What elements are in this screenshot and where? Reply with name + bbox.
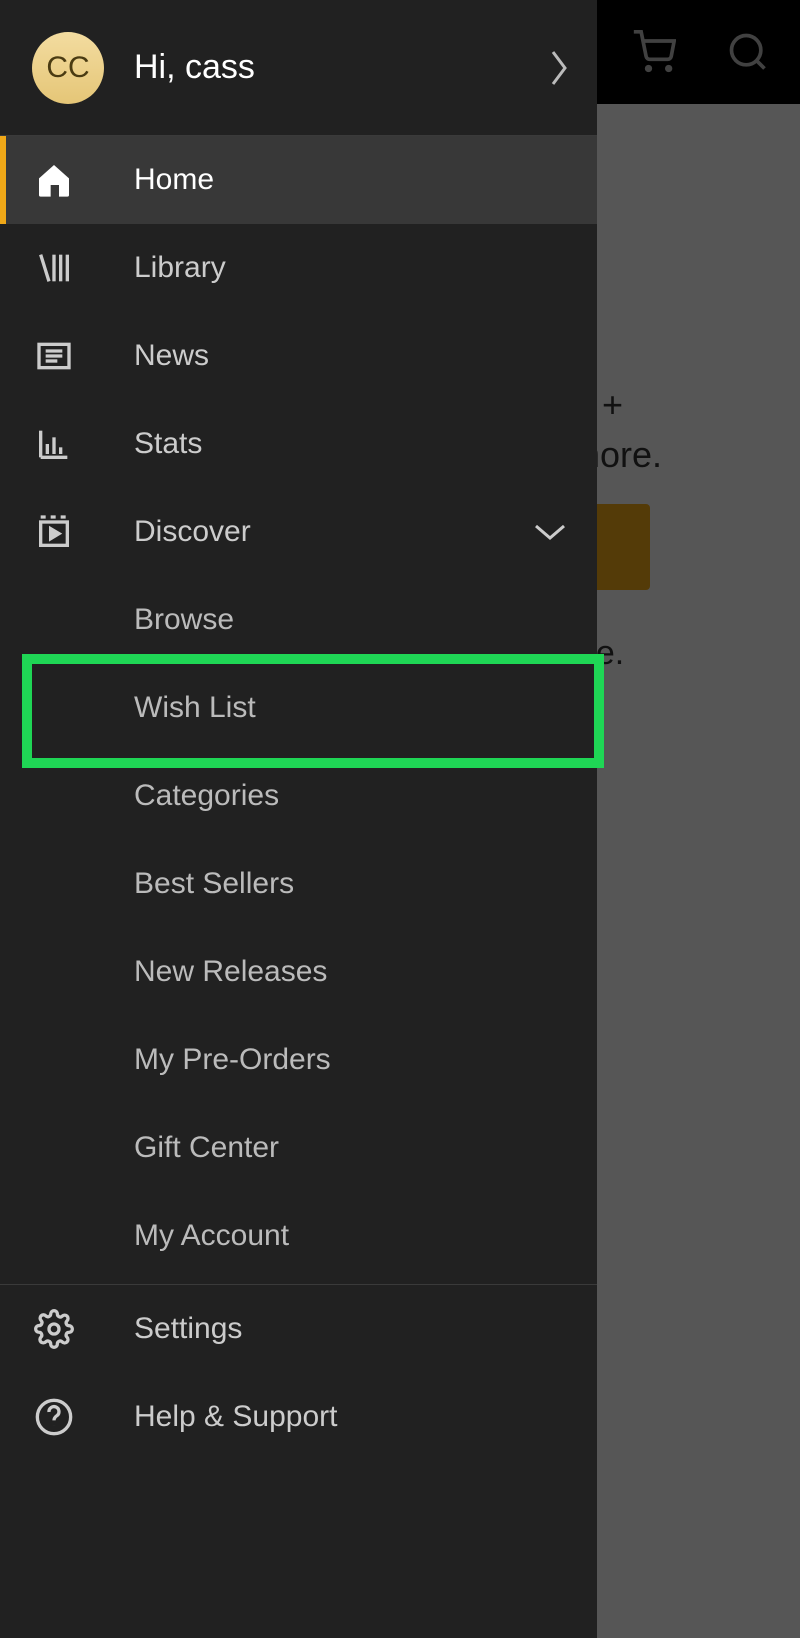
- profile-row[interactable]: CC Hi, cass: [0, 0, 597, 136]
- discover-icon: [30, 508, 78, 556]
- nav-discover[interactable]: Discover: [0, 488, 597, 576]
- chevron-right-icon: [547, 48, 571, 88]
- chevron-down-icon: [533, 522, 567, 542]
- nav-drawer: CC Hi, cass Home: [0, 0, 597, 1638]
- nav-label: Settings: [134, 1312, 597, 1346]
- cart-icon[interactable]: [632, 30, 676, 74]
- nav-library[interactable]: Library: [0, 224, 597, 312]
- sub-wishlist[interactable]: Wish List: [0, 664, 597, 752]
- sub-label: Gift Center: [134, 1131, 279, 1165]
- sub-label: My Account: [134, 1219, 289, 1253]
- sub-categories[interactable]: Categories: [0, 752, 597, 840]
- nav-stats[interactable]: Stats: [0, 400, 597, 488]
- nav-label: Home: [134, 163, 597, 197]
- nav-label: Help & Support: [134, 1400, 597, 1434]
- sub-label: New Releases: [134, 955, 327, 989]
- active-accent: [0, 136, 6, 224]
- sub-giftcenter[interactable]: Gift Center: [0, 1104, 597, 1192]
- nav-home[interactable]: Home: [0, 136, 597, 224]
- nav-label: Library: [134, 251, 597, 285]
- home-icon: [30, 156, 78, 204]
- sub-bestsellers[interactable]: Best Sellers: [0, 840, 597, 928]
- avatar: CC: [32, 32, 104, 104]
- nav-settings[interactable]: Settings: [0, 1285, 597, 1373]
- help-icon: [30, 1393, 78, 1441]
- sub-label: Best Sellers: [134, 867, 294, 901]
- sub-preorders[interactable]: My Pre-Orders: [0, 1016, 597, 1104]
- sub-label: Categories: [134, 779, 279, 813]
- sub-label: My Pre-Orders: [134, 1043, 331, 1077]
- sub-label: Wish List: [134, 691, 256, 725]
- gear-icon: [30, 1305, 78, 1353]
- library-icon: [30, 244, 78, 292]
- nav-label: Discover: [134, 515, 533, 549]
- search-icon[interactable]: [726, 30, 770, 74]
- nav-help[interactable]: Help & Support: [0, 1373, 597, 1461]
- stats-icon: [30, 420, 78, 468]
- sub-label: Browse: [134, 603, 234, 637]
- nav-news[interactable]: News: [0, 312, 597, 400]
- nav-label: News: [134, 339, 597, 373]
- sub-newreleases[interactable]: New Releases: [0, 928, 597, 1016]
- news-icon: [30, 332, 78, 380]
- sub-browse[interactable]: Browse: [0, 576, 597, 664]
- sub-myaccount[interactable]: My Account: [0, 1192, 597, 1280]
- avatar-initials: CC: [46, 51, 89, 85]
- greeting-text: Hi, cass: [134, 48, 547, 87]
- nav-label: Stats: [134, 427, 597, 461]
